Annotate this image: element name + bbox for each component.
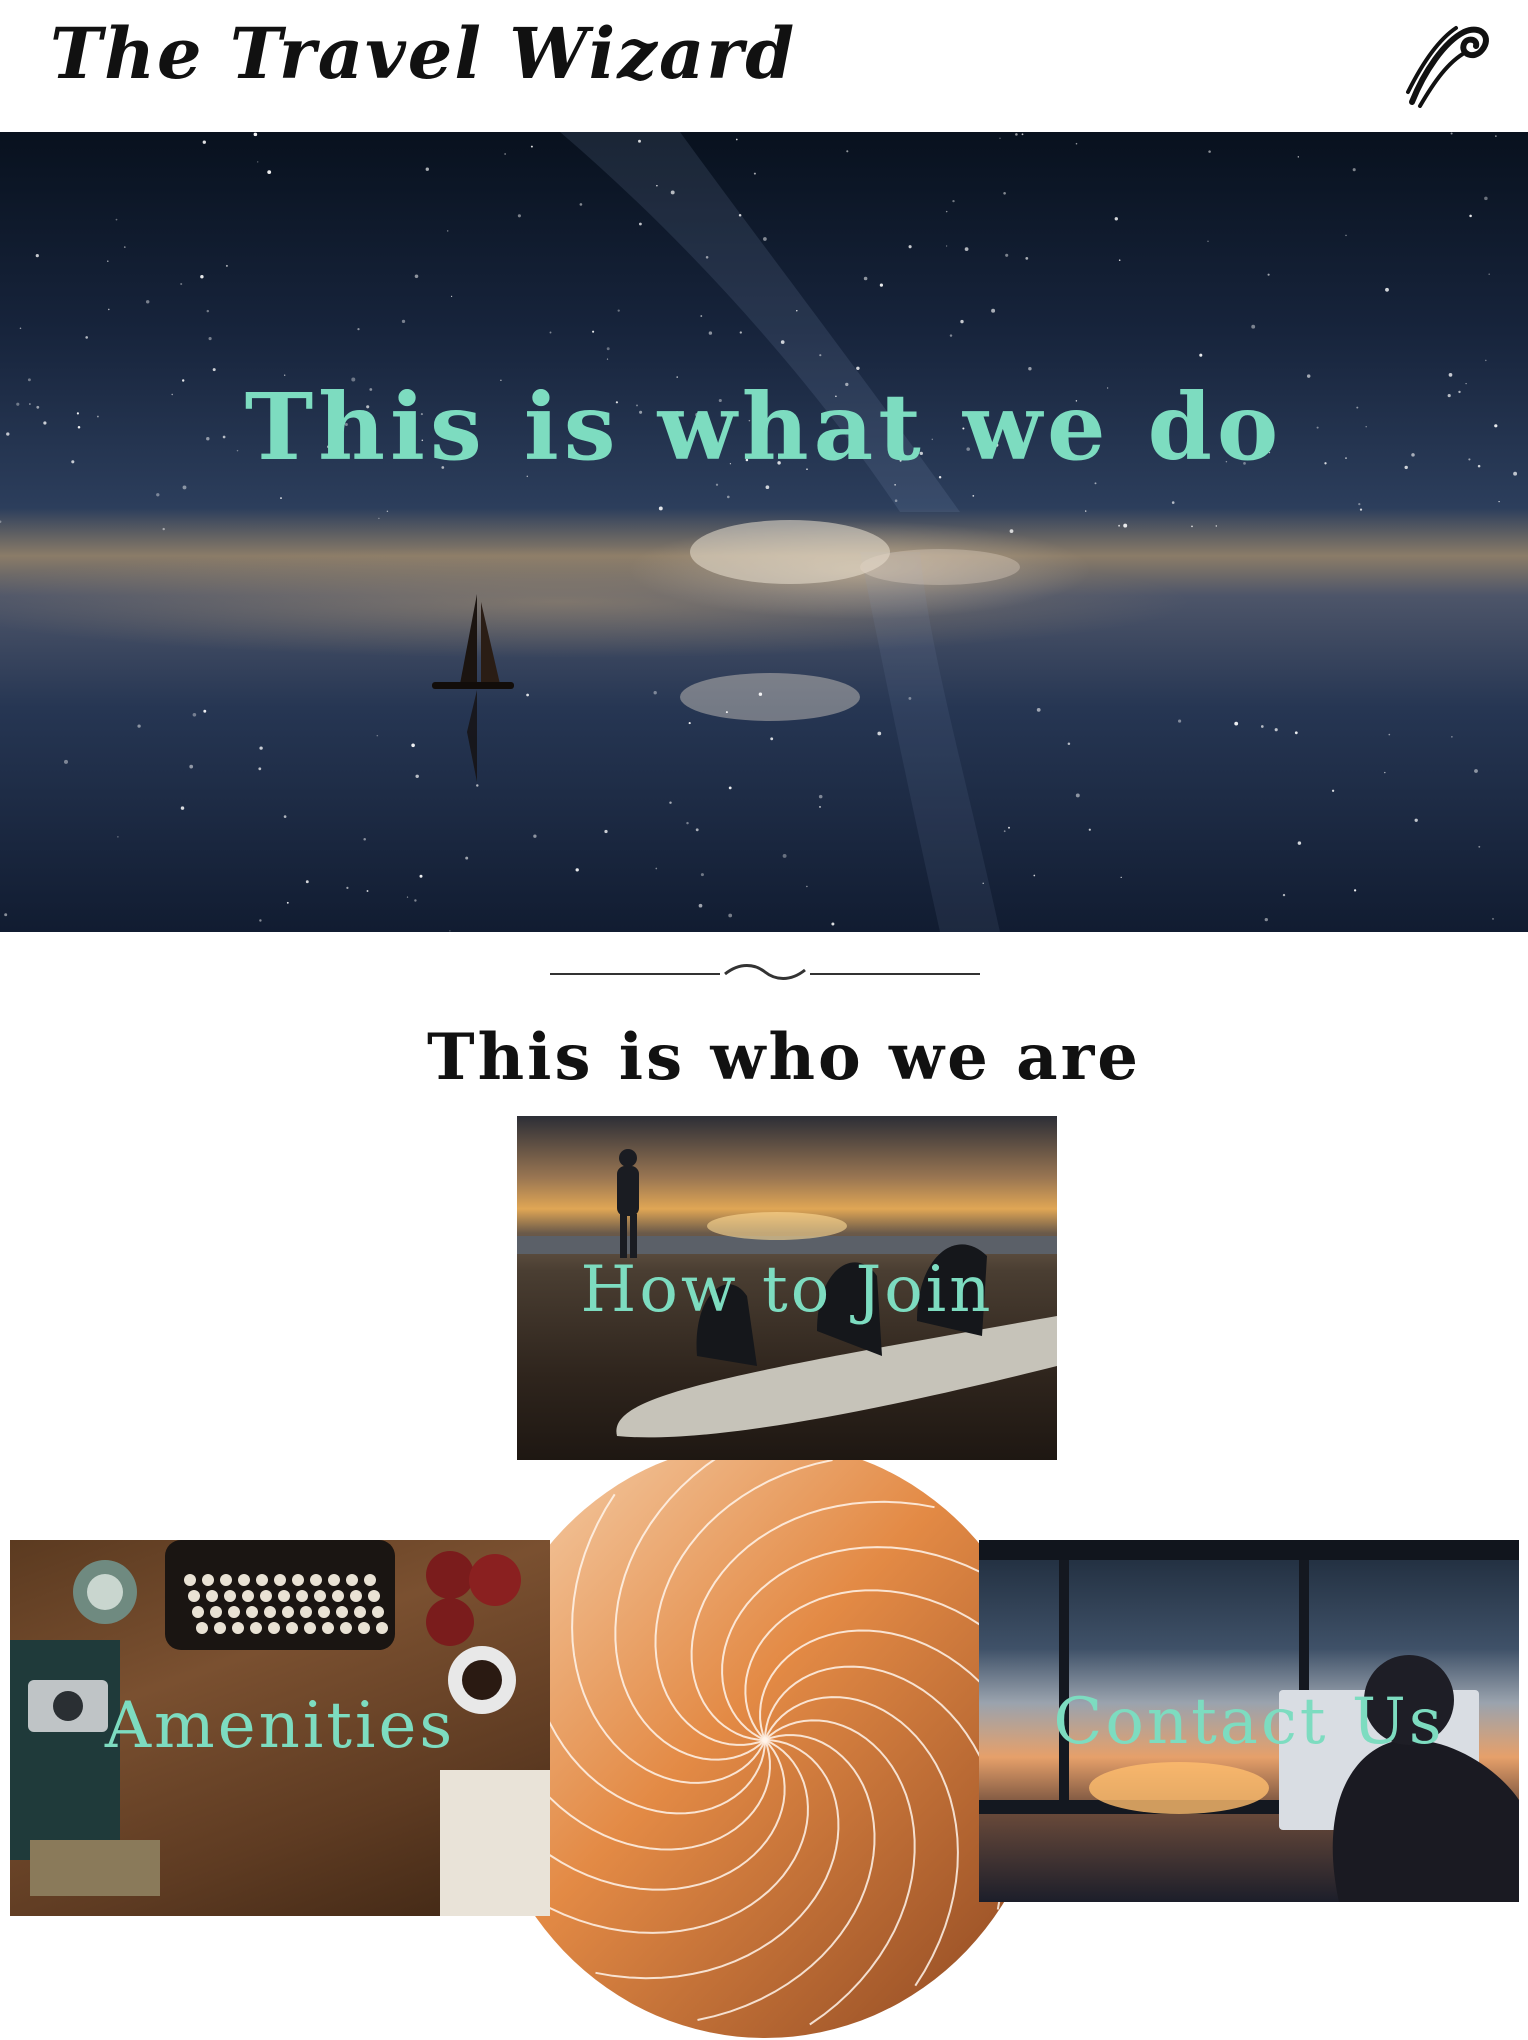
- amenities-card[interactable]: Amenities: [10, 1540, 550, 1916]
- night-sky-image: [0, 132, 1518, 932]
- sailboat-icon: [432, 594, 514, 782]
- contact-us-label[interactable]: Contact Us: [979, 1684, 1519, 1761]
- orange-spiral-graphic: [480, 1442, 1051, 2038]
- site-header: The Travel Wizard: [0, 0, 1528, 132]
- how-to-join-label[interactable]: How to Join: [517, 1252, 1057, 1329]
- hero-banner: This is what we do: [0, 132, 1528, 932]
- contact-us-card[interactable]: Contact Us: [979, 1540, 1519, 1902]
- about-heading: This is who we are: [427, 1020, 1141, 1095]
- flourish-divider-icon: [550, 964, 980, 980]
- hero-heading: This is what we do: [244, 373, 1284, 481]
- swirl-logo-icon[interactable]: [1404, 12, 1494, 108]
- how-to-join-card[interactable]: How to Join: [517, 1116, 1057, 1460]
- amenities-label[interactable]: Amenities: [10, 1688, 550, 1765]
- site-title[interactable]: The Travel Wizard: [50, 8, 796, 99]
